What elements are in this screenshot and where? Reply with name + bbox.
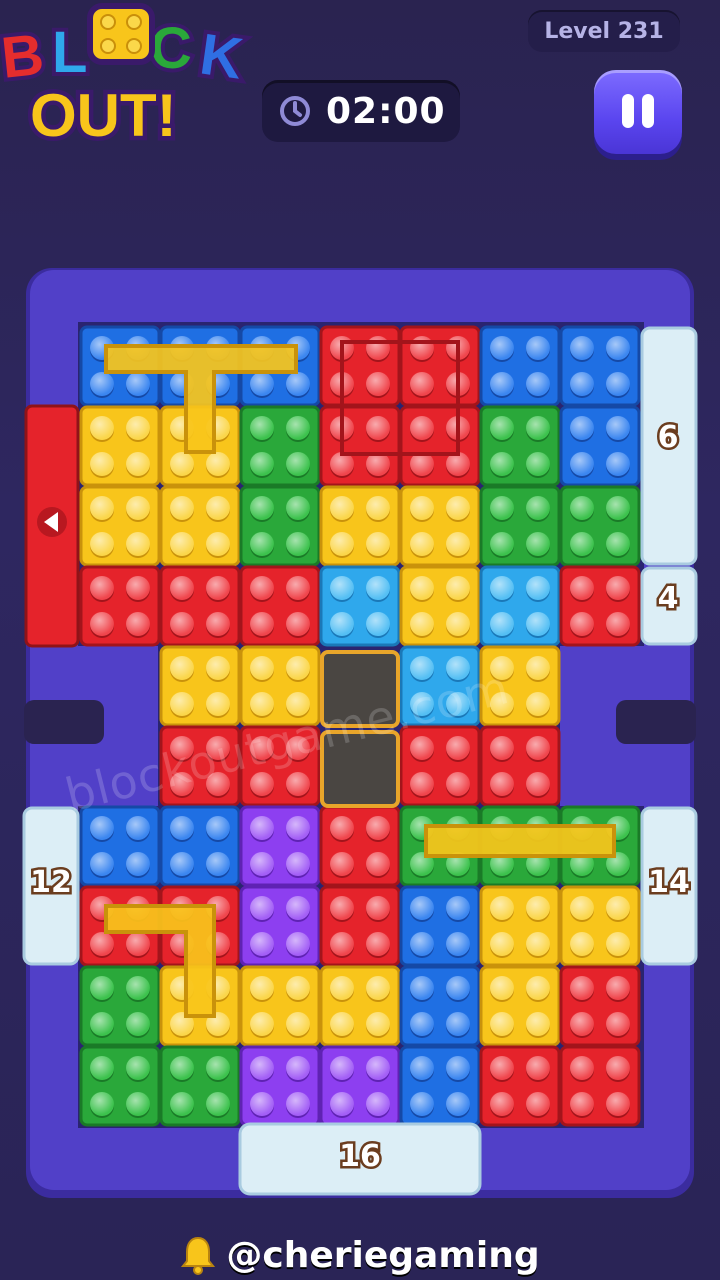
groove-outline — [424, 824, 616, 858]
game-board: 6 4 12 14 16 — [22, 268, 698, 1198]
gate-count: 4 — [658, 581, 679, 616]
gate-count: 12 — [30, 865, 72, 900]
exit-gate-left-red[interactable] — [24, 404, 80, 648]
ice-gate-right-mid: 4 — [640, 566, 698, 646]
bell-icon — [181, 1236, 216, 1275]
gate-count: 16 — [339, 1139, 381, 1174]
arrow-left-icon — [37, 507, 67, 537]
ice-gate-right-bottom: 14 — [640, 806, 698, 966]
gate-count: 6 — [658, 420, 679, 455]
gate-count: 14 — [648, 865, 690, 900]
ice-gate-right-top: 6 — [640, 326, 698, 566]
ice-gate-left-bottom: 12 — [22, 806, 80, 966]
footer-credit: @cheriegaming — [0, 1230, 720, 1280]
footer-handle: @cheriegaming — [226, 1234, 540, 1276]
ice-gate-bottom: 16 — [238, 1122, 482, 1196]
